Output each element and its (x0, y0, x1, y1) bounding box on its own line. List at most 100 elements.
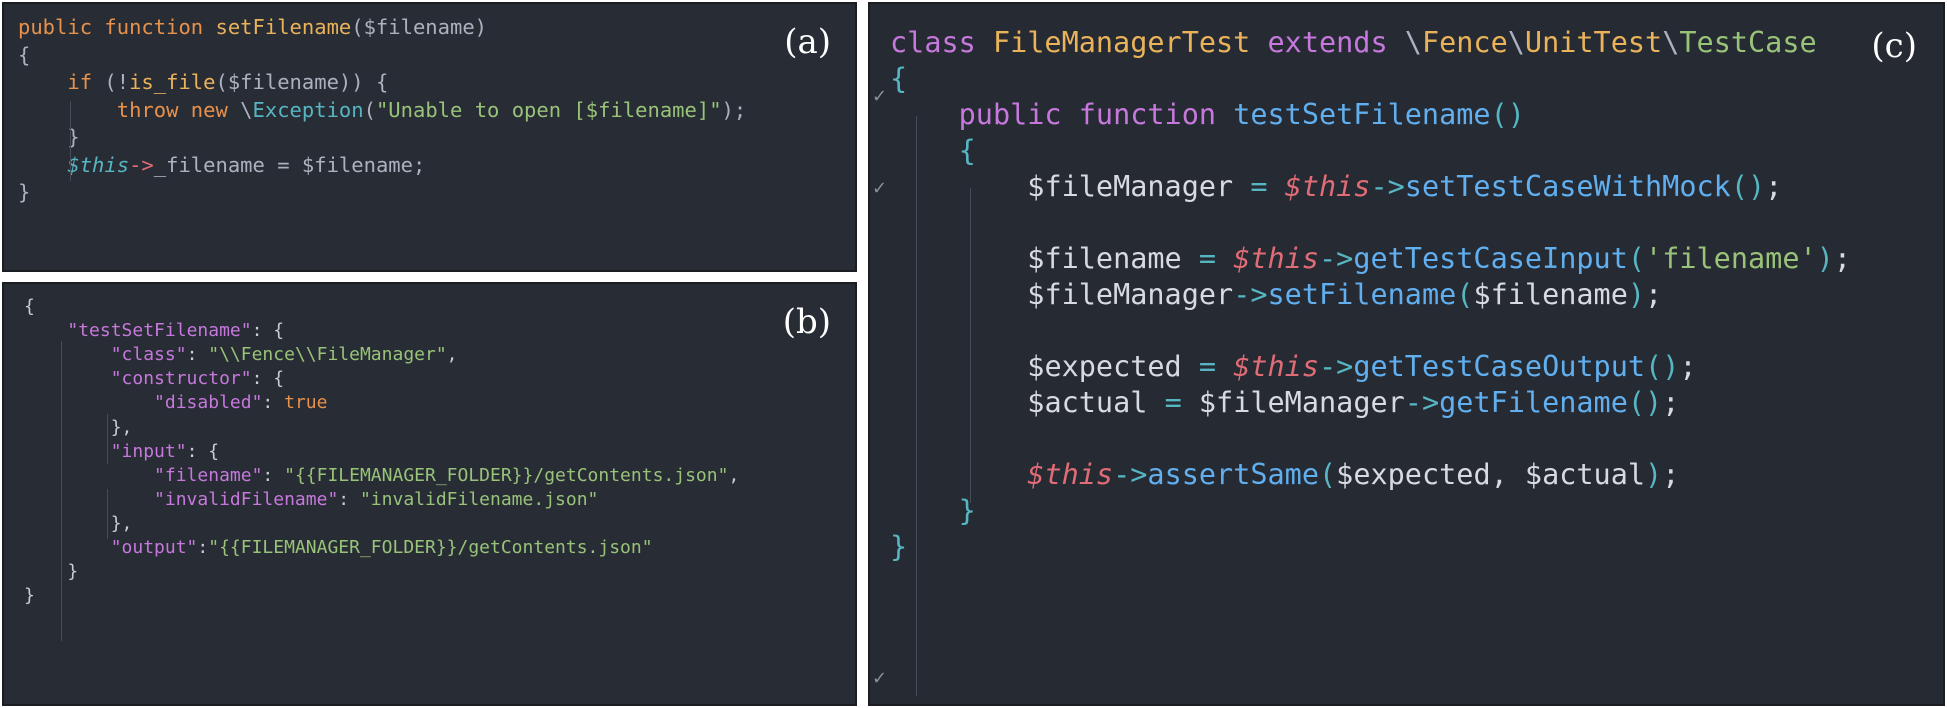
code-line: "disabled": true (24, 392, 327, 413)
code-token: $filename (1473, 278, 1628, 311)
code-line: $this->_filename = $filename; (18, 153, 425, 177)
code-token: () (1645, 350, 1680, 383)
code-token: TestCase (1679, 26, 1817, 59)
code-token: = (1164, 386, 1199, 419)
code-token: "input" (110, 440, 187, 462)
code-token: ($filename) (351, 15, 488, 39)
code-line: { (890, 62, 907, 95)
code-token: $this (1233, 242, 1319, 275)
code-line: { (24, 296, 35, 317)
code-token: -> (129, 152, 154, 177)
code-token: "testSetFilename" (67, 320, 252, 342)
code-line: } (24, 585, 35, 606)
code-line: throw new \Exception("Unable to open [$f… (18, 98, 746, 122)
code-token: ; (1645, 278, 1663, 311)
code-token: ) (1627, 278, 1646, 311)
code-token: (! (104, 70, 130, 94)
indent-guide (70, 101, 71, 181)
code-line: public function setFilename($filename) (18, 15, 487, 39)
code-token: ) (1645, 458, 1663, 491)
code-line: public function testSetFilename() (890, 98, 1525, 131)
code-token: { (24, 296, 35, 317)
code-token: () (1627, 386, 1663, 419)
code-line: $fileManager->setFilename($filename); (890, 278, 1662, 311)
panel-label-b: (b) (782, 302, 831, 342)
code-token: -> (1233, 278, 1268, 311)
code-panel-a: public function setFilename($filename){ … (2, 2, 857, 272)
code-token: ); (721, 97, 747, 122)
code-token: public function (958, 98, 1234, 131)
code-token: assertSame (1147, 458, 1319, 491)
code-token: : { (251, 320, 285, 342)
code-token: "output" (110, 537, 198, 558)
code-token: $expected (1027, 350, 1199, 383)
code-token: } (890, 530, 908, 563)
code-token: { (890, 62, 908, 95)
code-token: ( (363, 97, 376, 122)
code-token: setFilename (1267, 278, 1457, 311)
code-token: ; (1662, 386, 1680, 419)
code-token: FileManagerTest (992, 26, 1268, 59)
fold-check-icon[interactable]: ✓ (872, 668, 887, 689)
code-token: "{{FILEMANAGER_FOLDER}}/getContents.json… (208, 537, 653, 558)
code-token: ($filename)) { (215, 70, 389, 94)
code-token: ; (1679, 350, 1697, 383)
code-token: { (958, 134, 976, 167)
code-token: \ (1507, 26, 1525, 59)
code-token: is_file (129, 70, 216, 94)
code-token: : (262, 392, 285, 414)
code-token: () (1490, 98, 1525, 131)
code-token: ( (1627, 242, 1646, 275)
code-token: = (1198, 242, 1234, 275)
code-token: = (1198, 350, 1234, 383)
code-token: if (67, 70, 105, 94)
code-line: $fileManager = $this->setTestCaseWithMoc… (890, 170, 1782, 203)
code-line: "invalidFilename": "invalidFilename.json… (24, 489, 598, 510)
code-token: () (1730, 170, 1766, 203)
indent-guide (107, 489, 108, 539)
code-token: "\\Fence\\FileManager" (208, 344, 447, 366)
indent-guide (916, 116, 917, 696)
code-token: Fence (1421, 26, 1508, 59)
indent-guide (107, 414, 108, 464)
code-token: class (890, 26, 993, 59)
code-token: throw new (116, 97, 241, 122)
code-line: "output":"{{FILEMANAGER_FOLDER}}/getCont… (24, 537, 653, 558)
code-token: -> (1319, 350, 1354, 383)
code-token: = (1250, 170, 1285, 203)
code-panel-b: { "testSetFilename": { "class": "\\Fence… (2, 282, 857, 706)
code-token: \ (1404, 26, 1422, 59)
code-token: }, (24, 512, 133, 534)
code-token: $this (1027, 458, 1114, 491)
code-line: }, (24, 417, 133, 438)
code-line: } (890, 494, 976, 527)
code-token: getFilename (1439, 386, 1628, 419)
fold-check-icon[interactable]: ✓ (872, 86, 887, 107)
code-token: , (728, 464, 740, 486)
code-line: $actual = $fileManager->getFilename(); (890, 386, 1679, 419)
code-token: public function (18, 15, 216, 39)
code-panel-c: class FileManagerTest extends \Fence\Uni… (868, 2, 1945, 706)
code-token: "class" (110, 344, 187, 366)
panel-label-c: (c) (1871, 26, 1917, 66)
code-token: Exception (252, 97, 364, 122)
code-token: : { (251, 368, 285, 390)
code-line: } (24, 561, 78, 582)
code-token: $this (1284, 170, 1371, 203)
code-token: ) (1816, 242, 1834, 275)
code-token: _filename = $filename; (153, 152, 426, 177)
code-token: ( (1456, 278, 1474, 311)
fold-check-icon[interactable]: ✓ (872, 178, 887, 199)
code-token: "disabled" (154, 392, 263, 414)
code-token: "Unable to open [$filename]" (375, 97, 722, 122)
